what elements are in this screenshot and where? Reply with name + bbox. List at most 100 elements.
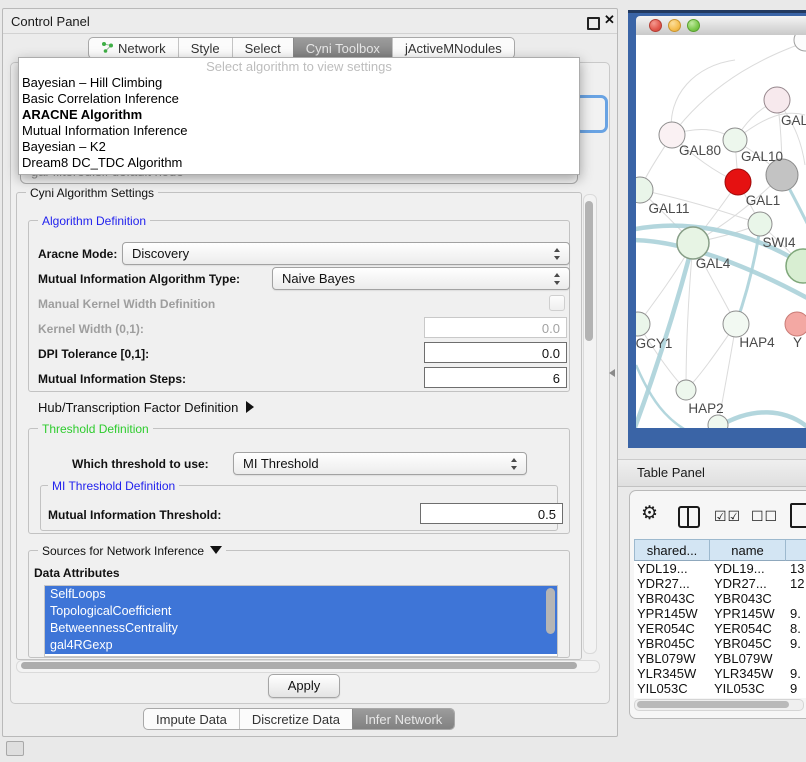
table-cell: YLR345W bbox=[637, 666, 710, 681]
columns-icon[interactable] bbox=[678, 506, 700, 528]
cyni-settings-title: Cyni Algorithm Settings bbox=[26, 186, 158, 200]
zoom-traffic-light[interactable] bbox=[687, 19, 700, 32]
tab-cyni-toolbox[interactable]: Cyni Toolbox bbox=[293, 38, 392, 58]
titlebar-divider bbox=[3, 33, 617, 34]
table-panel-title: Table Panel bbox=[637, 465, 705, 480]
tab-discretize-data[interactable]: Discretize Data bbox=[239, 709, 352, 729]
algorithm-option-aracne-algorithm[interactable]: ARACNE Algorithm bbox=[19, 107, 579, 123]
tab-label: Network bbox=[118, 41, 166, 56]
mi-threshold-field[interactable]: 0.5 bbox=[420, 503, 563, 524]
float-icon[interactable] bbox=[587, 17, 600, 30]
table-cell: YPR145W bbox=[714, 606, 787, 621]
table-cell: YDL19... bbox=[637, 561, 710, 576]
export-table-icon[interactable] bbox=[790, 503, 806, 528]
scrollbar-thumb[interactable] bbox=[21, 662, 577, 669]
attribute-item-topologicalcoefficient[interactable]: TopologicalCoefficient bbox=[45, 603, 557, 620]
apply-button[interactable]: Apply bbox=[268, 674, 340, 698]
network-node-hap4[interactable] bbox=[723, 311, 749, 337]
mi-type-combo[interactable]: Naive Bayes bbox=[272, 267, 570, 290]
sources-group-title: Sources for Network Inference bbox=[42, 544, 204, 558]
network-node[interactable] bbox=[708, 415, 728, 428]
settings-vertical-scrollbar[interactable] bbox=[583, 194, 597, 654]
network-node-gal[interactable] bbox=[764, 87, 790, 113]
network-node[interactable] bbox=[794, 35, 806, 51]
dpi-tolerance-field[interactable]: 0.0 bbox=[424, 342, 567, 363]
select-all-checkboxes-icon[interactable]: ☑☑ bbox=[714, 508, 741, 525]
algorithm-option-bayesian-hill-climbing[interactable]: Bayesian – Hill Climbing bbox=[19, 75, 579, 91]
table-cell: 9. bbox=[790, 606, 806, 621]
network-node-y[interactable] bbox=[785, 312, 806, 336]
tab-network[interactable]: Network bbox=[89, 38, 178, 58]
attributes-scrollbar[interactable] bbox=[546, 588, 555, 634]
network-node-gal4[interactable] bbox=[677, 227, 709, 259]
network-view-window: GALGAL80GAL10GAL11GAL1SWI4GAL4GCY1HAP4YH… bbox=[628, 10, 806, 448]
tab-style[interactable]: Style bbox=[178, 38, 232, 58]
algorithm-option-dream8-dc-tdc-algorithm[interactable]: Dream8 DC_TDC Algorithm bbox=[19, 155, 579, 171]
tab-jactivemnodules[interactable]: jActiveMNodules bbox=[392, 38, 514, 58]
kernel-width-field[interactable]: 0.0 bbox=[424, 317, 567, 338]
table-cell: YER054C bbox=[714, 621, 787, 636]
tab-select[interactable]: Select bbox=[232, 38, 293, 58]
attribute-item-gal4rgexp[interactable]: gal4RGexp bbox=[45, 637, 557, 654]
table-row[interactable]: YDL19...YDL19...13 bbox=[634, 561, 806, 576]
table-row[interactable]: YIL053CYIL053C9 bbox=[634, 681, 806, 696]
tab-infer-network[interactable]: Infer Network bbox=[352, 709, 454, 729]
table-row[interactable]: YDR27...YDR27...12 bbox=[634, 576, 806, 591]
aracne-mode-label: Aracne Mode: bbox=[38, 247, 117, 261]
network-canvas[interactable]: GALGAL80GAL10GAL11GAL1SWI4GAL4GCY1HAP4YH… bbox=[636, 35, 806, 428]
network-node-hap2[interactable] bbox=[676, 380, 696, 400]
network-window-titlebar[interactable] bbox=[636, 16, 806, 36]
minimize-traffic-light[interactable] bbox=[668, 19, 681, 32]
algorithm-dropdown: Select algorithm to view settings Bayesi… bbox=[18, 57, 580, 175]
mi-steps-field[interactable]: 6 bbox=[424, 367, 567, 388]
attribute-item-betweennesscentrality[interactable]: BetweennessCentrality bbox=[45, 620, 557, 637]
hub-definition-toggle[interactable]: Hub/Transcription Factor Definition bbox=[38, 400, 254, 415]
attribute-item-selfloops[interactable]: SelfLoops bbox=[45, 586, 557, 603]
which-threshold-label: Which threshold to use: bbox=[72, 457, 209, 471]
table-cell: 8. bbox=[790, 621, 806, 636]
table-row[interactable]: YLR345WYLR345W9. bbox=[634, 666, 806, 681]
table-row[interactable]: YBL079WYBL079W bbox=[634, 651, 806, 666]
table-row[interactable]: YBR043CYBR043C bbox=[634, 591, 806, 606]
scrollbar-thumb[interactable] bbox=[585, 201, 593, 341]
aracne-mode-combo[interactable]: Discovery bbox=[122, 242, 570, 265]
table-cell: YPR145W bbox=[637, 606, 710, 621]
collapsed-panel-icon[interactable] bbox=[6, 741, 24, 756]
column-header-name[interactable]: name bbox=[710, 539, 786, 561]
network-node-label: GAL11 bbox=[648, 201, 689, 216]
network-node-label: GAL bbox=[781, 113, 806, 128]
table-cell: YIL053C bbox=[714, 681, 787, 696]
manual-kernel-checkbox[interactable] bbox=[549, 295, 565, 311]
algorithm-option-bayesian-k2[interactable]: Bayesian – K2 bbox=[19, 139, 579, 155]
mi-threshold-group-title: MI Threshold Definition bbox=[48, 479, 179, 493]
network-node-gcy1[interactable] bbox=[636, 312, 650, 336]
network-node-gal11[interactable] bbox=[636, 177, 653, 203]
panel-splitter-handle[interactable] bbox=[609, 369, 615, 377]
table-rows: YDL19...YDL19...13YDR27...YDR27...12YBR0… bbox=[634, 561, 806, 698]
scrollbar-thumb[interactable] bbox=[637, 701, 789, 708]
network-node-gal1[interactable] bbox=[748, 212, 772, 236]
manual-kernel-label: Manual Kernel Width Definition bbox=[38, 297, 215, 311]
algorithm-option-mutual-information-inference[interactable]: Mutual Information Inference bbox=[19, 123, 579, 139]
algorithm-option-basic-correlation-inference[interactable]: Basic Correlation Inference bbox=[19, 91, 579, 107]
table-row[interactable]: YPR145WYPR145W9. bbox=[634, 606, 806, 621]
settings-horizontal-scrollbar[interactable] bbox=[16, 660, 600, 673]
mi-threshold-label: Mutual Information Threshold: bbox=[48, 508, 221, 522]
table-cell: YIL053C bbox=[637, 681, 710, 696]
sources-group-toggle[interactable]: Sources for Network Inference bbox=[38, 544, 226, 558]
aracne-mode-value: Discovery bbox=[132, 246, 189, 261]
close-icon[interactable]: ✕ bbox=[604, 12, 615, 28]
column-header-partial[interactable] bbox=[786, 539, 806, 561]
tab-impute-data[interactable]: Impute Data bbox=[144, 709, 239, 729]
close-traffic-light[interactable] bbox=[649, 19, 662, 32]
mi-type-value: Naive Bayes bbox=[282, 271, 355, 286]
which-threshold-combo[interactable]: MI Threshold bbox=[233, 452, 527, 475]
table-horizontal-scrollbar[interactable] bbox=[634, 699, 804, 711]
table-row[interactable]: YER054CYER054C8. bbox=[634, 621, 806, 636]
deselect-all-checkboxes-icon[interactable]: ☐☐ bbox=[751, 508, 778, 525]
gear-icon[interactable]: ⚙ bbox=[641, 504, 658, 523]
table-cell: 9. bbox=[790, 666, 806, 681]
table-row[interactable]: YBR045CYBR045C9. bbox=[634, 636, 806, 651]
column-header-shared[interactable]: shared... bbox=[634, 539, 710, 561]
network-node[interactable] bbox=[725, 169, 751, 195]
